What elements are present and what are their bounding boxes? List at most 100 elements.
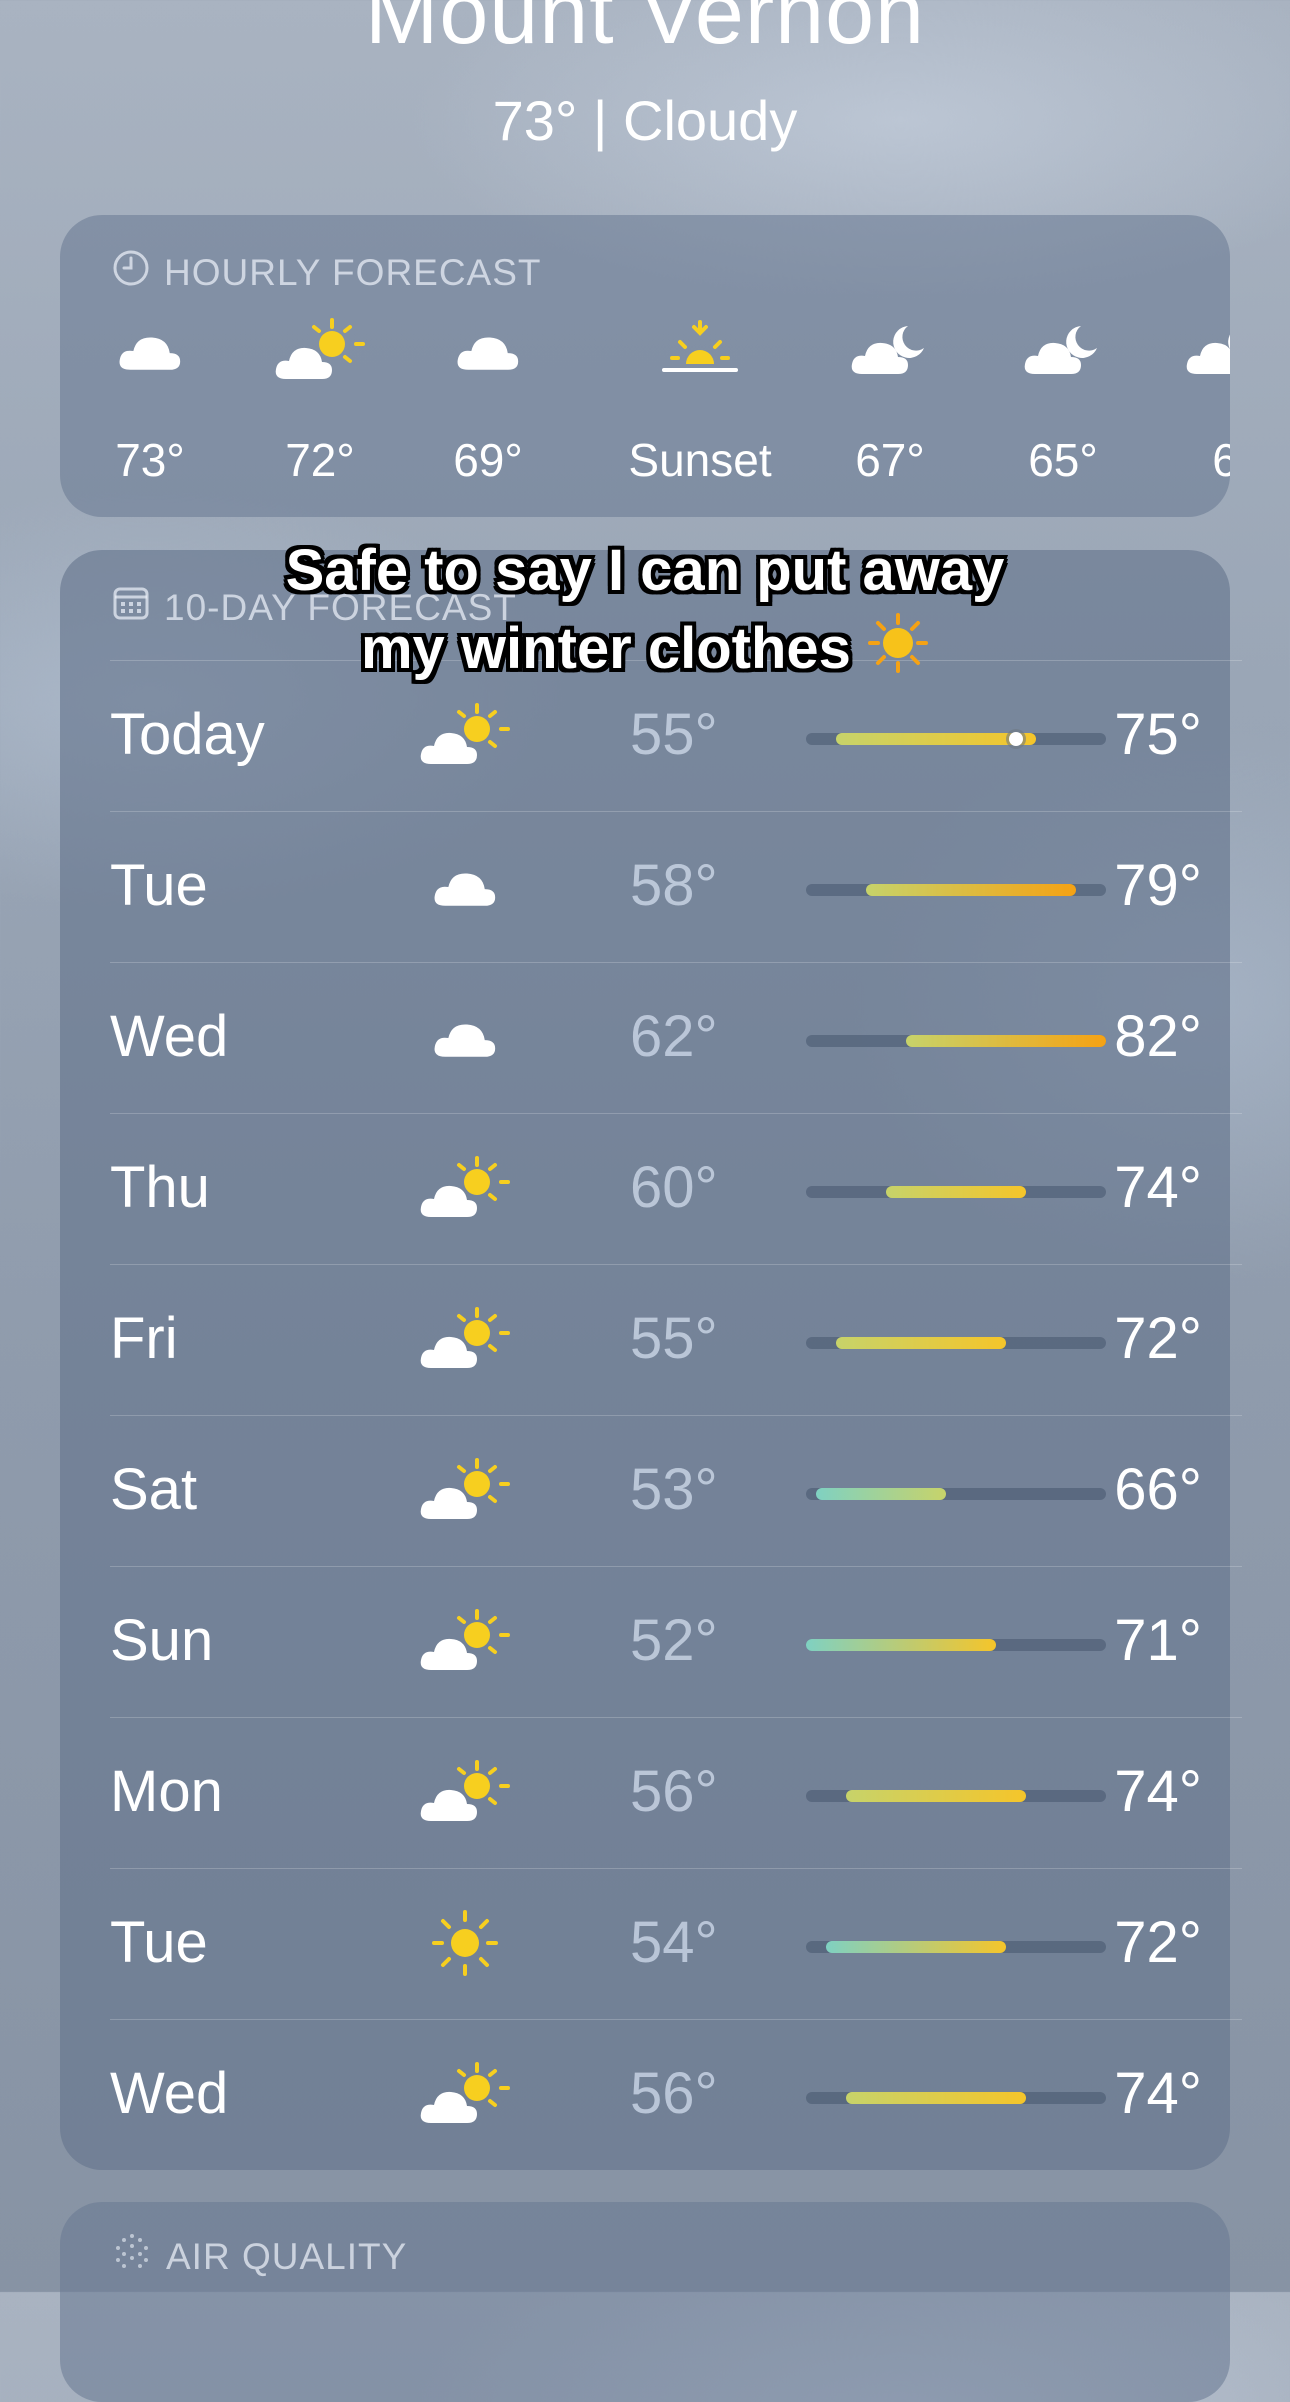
day-label: Mon <box>110 1759 223 1824</box>
cloud-icon <box>410 1001 520 1073</box>
city-name: Mount Vernon <box>365 0 925 62</box>
hourly-item: 73° <box>80 315 220 487</box>
hourly-forecast-title: HOURLY FORECAST <box>164 251 542 293</box>
partly-sunny-icon <box>250 315 390 385</box>
temp-range-bar <box>806 1035 1106 1047</box>
temp-range-fill <box>836 733 1036 745</box>
temp-range-fill <box>886 1186 1026 1198</box>
forecast-row[interactable]: Thu 60° 74° <box>110 1113 1242 1264</box>
caption-line-1: Safe to say I can put away <box>285 538 1005 603</box>
low-temp: 62° <box>630 1004 718 1069</box>
day-label: Tue <box>110 1910 208 1975</box>
temp-range-fill <box>906 1035 1106 1047</box>
temp-range-fill <box>836 1337 1006 1349</box>
hourly-temp: Sunset <box>628 434 772 486</box>
cloud-icon <box>418 315 558 385</box>
day-label: Fri <box>110 1306 178 1371</box>
temp-range-bar <box>806 1337 1106 1349</box>
low-temp: 52° <box>630 1608 718 1673</box>
hourly-item: 69° <box>418 315 558 487</box>
hourly-item: 72° <box>250 315 390 487</box>
high-temp: 74° <box>1114 1155 1202 1220</box>
high-temp: 75° <box>1114 702 1202 767</box>
day-label: Wed <box>110 1004 229 1069</box>
partly-sunny-icon <box>410 699 520 771</box>
high-temp: 72° <box>1114 1910 1202 1975</box>
forecast-row[interactable]: Fri 55° 72° <box>110 1264 1242 1415</box>
clock-icon <box>112 249 150 296</box>
hourly-item: 65° <box>993 315 1133 487</box>
temp-range-fill <box>826 1941 1006 1953</box>
day-label: Tue <box>110 853 208 918</box>
hourly-temp: 67° <box>855 434 925 486</box>
low-temp: 53° <box>630 1457 718 1522</box>
high-temp: 71° <box>1114 1608 1202 1673</box>
forecast-row[interactable]: Wed 56° 74° <box>110 2019 1242 2170</box>
forecast-row[interactable]: Tue 58° 79° <box>110 811 1242 962</box>
temp-range-bar <box>806 1488 1106 1500</box>
air-quality-icon <box>112 2232 152 2281</box>
air-quality-title: AIR QUALITY <box>166 2235 408 2277</box>
low-temp: 56° <box>630 1759 718 1824</box>
low-temp: 56° <box>630 2061 718 2126</box>
high-temp: 66° <box>1114 1457 1202 1522</box>
partly-sunny-icon <box>410 2058 520 2130</box>
caption-line-2: my winter clothes <box>360 616 851 681</box>
sunset-icon <box>610 315 790 385</box>
partly-sunny-icon <box>410 1605 520 1677</box>
partly-cloudy-night-icon <box>1155 315 1230 385</box>
forecast-row[interactable]: Sun 52° 71° <box>110 1566 1242 1717</box>
low-temp: 54° <box>630 1910 718 1975</box>
hourly-temp: 6 <box>1212 434 1230 486</box>
partly-cloudy-night-icon <box>993 315 1133 385</box>
hourly-item: Sunset <box>610 315 790 487</box>
partly-sunny-icon <box>410 1303 520 1375</box>
day-label: Thu <box>110 1155 210 1220</box>
partly-sunny-icon <box>410 1756 520 1828</box>
low-temp: 58° <box>630 853 718 918</box>
high-temp: 72° <box>1114 1306 1202 1371</box>
current-summary: 73° | Cloudy <box>492 89 798 152</box>
forecast-row[interactable]: Tue 54° 72° <box>110 1868 1242 2019</box>
partly-sunny-icon <box>410 1152 520 1224</box>
forecast-row[interactable]: Mon 56° 74° <box>110 1717 1242 1868</box>
high-temp: 74° <box>1114 1759 1202 1824</box>
temp-range-bar <box>806 2092 1106 2104</box>
hourly-temp: 65° <box>1028 434 1098 486</box>
temp-range-bar <box>806 1186 1106 1198</box>
day-label: Sat <box>110 1457 198 1522</box>
temp-range-fill <box>846 2092 1026 2104</box>
cloud-icon <box>80 315 220 385</box>
low-temp: 55° <box>630 702 718 767</box>
partly-cloudy-night-icon <box>820 315 960 385</box>
low-temp: 60° <box>630 1155 718 1220</box>
overlay-caption: Safe to say I can put away my winter clo… <box>0 532 1290 694</box>
temp-range-bar <box>806 1639 1106 1651</box>
cloud-icon <box>410 850 520 922</box>
ten-day-forecast-card[interactable]: 10-DAY FORECAST Today 55° 75° Tue 58° 79… <box>60 550 1242 2170</box>
low-temp: 55° <box>630 1306 718 1371</box>
temp-range-fill <box>816 1488 946 1500</box>
temp-range-fill <box>806 1639 996 1651</box>
hourly-temp: 72° <box>285 434 355 486</box>
sun-emoji-icon <box>867 612 929 694</box>
forecast-row[interactable]: Sat 53° 66° <box>110 1415 1242 1566</box>
forecast-row[interactable]: Wed 62° 82° <box>110 962 1242 1113</box>
day-label: Wed <box>110 2061 229 2126</box>
day-label: Today <box>110 702 265 767</box>
current-temp-dot <box>1009 732 1023 746</box>
hourly-temp: 69° <box>453 434 523 486</box>
hourly-temp: 73° <box>115 434 185 486</box>
temp-range-bar <box>806 1790 1106 1802</box>
hourly-forecast-card[interactable]: HOURLY FORECAST 73° 72° 69° Sunset 67° 6… <box>60 215 1230 517</box>
temp-range-bar <box>806 1941 1106 1953</box>
high-temp: 79° <box>1114 853 1202 918</box>
air-quality-header: AIR QUALITY <box>112 2232 407 2281</box>
temp-range-fill <box>846 1790 1026 1802</box>
air-quality-card[interactable]: AIR QUALITY <box>60 2202 1230 2402</box>
temp-range-bar <box>806 884 1106 896</box>
high-temp: 74° <box>1114 2061 1202 2126</box>
hourly-item: 67° <box>820 315 960 487</box>
partly-sunny-icon <box>410 1454 520 1526</box>
hourly-item: 6 <box>1155 315 1230 487</box>
